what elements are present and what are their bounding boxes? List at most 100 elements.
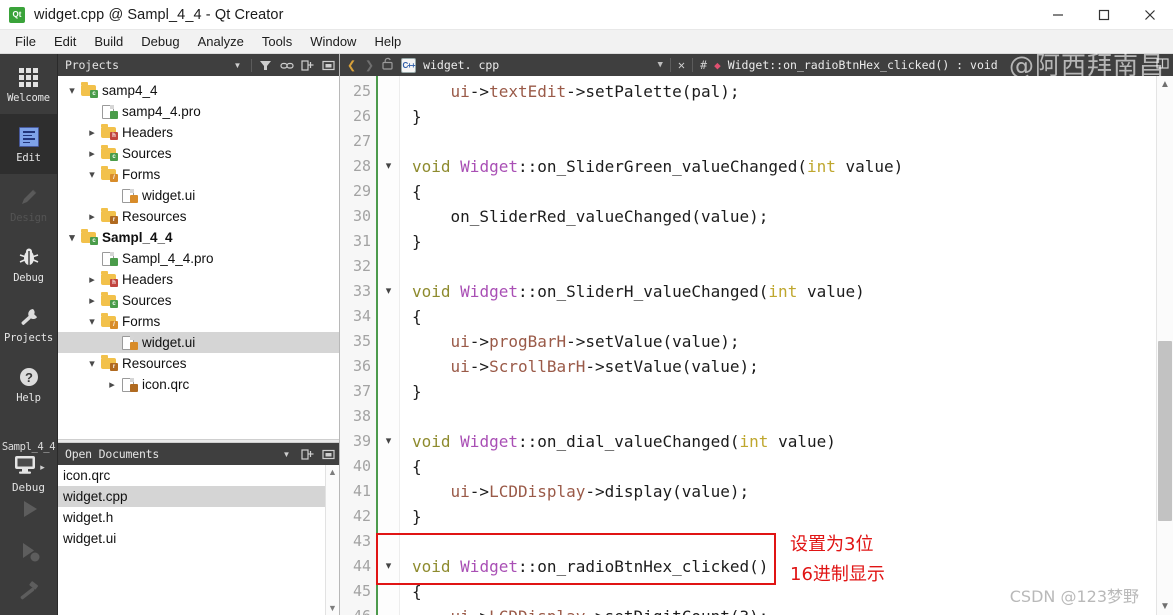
fold-marker-column[interactable]: ▾ ▾ ▾ ▾ (378, 76, 400, 615)
tree-item[interactable]: ▸ h Headers (58, 122, 339, 143)
chevron-down-icon[interactable]: ▼ (230, 58, 245, 73)
tree-item[interactable]: widget.ui (58, 332, 339, 353)
tree-item[interactable]: ▸ c Sources (58, 290, 339, 311)
chevron-down-icon[interactable]: ▼ (657, 60, 662, 70)
chevron-right-icon[interactable]: ▸ (104, 378, 120, 391)
chevron-right-icon[interactable]: ▸ (84, 147, 100, 160)
split-editor-icon[interactable] (1156, 57, 1169, 73)
code-line[interactable]: void Widget::on_SliderH_valueChanged(int… (412, 279, 1173, 304)
chevron-right-icon[interactable]: ▸ (84, 126, 100, 139)
menu-help[interactable]: Help (365, 31, 410, 53)
open-document-item[interactable]: widget.cpp (58, 486, 339, 507)
scrollbar-thumb[interactable] (1158, 341, 1172, 521)
fold-collapse-icon[interactable]: ▾ (378, 554, 399, 579)
tree-item[interactable]: ▸ h Headers (58, 269, 339, 290)
editor-file-name[interactable]: widget. cpp (423, 58, 499, 72)
tree-item[interactable]: ▾ c Sampl_4_4 (58, 227, 339, 248)
mode-debug[interactable]: Debug (0, 234, 57, 294)
open-document-item[interactable]: widget.h (58, 507, 339, 528)
run-icon[interactable] (16, 496, 42, 527)
tree-item[interactable]: ▸ icon.qrc (58, 374, 339, 395)
chevron-down-icon[interactable]: ▾ (64, 231, 80, 244)
project-tree[interactable]: ▾ c samp4_4 samp4_4.pro ▸ h Headers ▸ c Sources ▾ /… (58, 76, 339, 439)
mode-welcome[interactable]: Welcome (0, 54, 57, 114)
code-line[interactable]: ui->ScrollBarH->setValue(value); (412, 354, 1173, 379)
code-editor-area[interactable]: 25 26 27 28 29 30 31 32 33 34 35 36 37 38 39 40 41 42 43 44… (340, 76, 1173, 615)
mode-help[interactable]: ? Help (0, 354, 57, 414)
menu-analyze[interactable]: Analyze (189, 31, 253, 53)
line-column-icon[interactable]: # (700, 58, 707, 72)
filter-icon[interactable] (258, 58, 273, 73)
link-icon[interactable] (279, 58, 294, 73)
code-line[interactable]: ui->LCDDisplay->setDigitCount(3); (412, 604, 1173, 615)
nav-forward-icon[interactable]: ❯ (364, 57, 375, 73)
close-panel-icon[interactable] (321, 58, 336, 73)
tree-item[interactable]: ▾ c samp4_4 (58, 80, 339, 101)
code-line[interactable]: ui->progBarH->setValue(value); (412, 329, 1173, 354)
chevron-down-icon[interactable]: ▼ (279, 447, 294, 462)
open-documents-scrollbar[interactable]: ▲ ▼ (325, 465, 339, 615)
menu-file[interactable]: File (6, 31, 45, 53)
tree-item[interactable]: Sampl_4_4.pro (58, 248, 339, 269)
menu-debug[interactable]: Debug (132, 31, 188, 53)
split-icon[interactable] (300, 447, 315, 462)
code-line[interactable] (412, 404, 1173, 429)
fold-collapse-icon[interactable]: ▾ (378, 429, 399, 454)
scroll-up-icon[interactable]: ▲ (1160, 79, 1170, 90)
tree-item[interactable]: widget.ui (58, 185, 339, 206)
code-text[interactable]: ui->textEdit->setPalette(pal);} void Wid… (400, 76, 1173, 615)
unlocked-icon[interactable] (382, 57, 394, 73)
fold-collapse-icon[interactable]: ▾ (378, 154, 399, 179)
tree-item[interactable]: ▾ / Forms (58, 164, 339, 185)
chevron-right-icon[interactable]: ▸ (84, 273, 100, 286)
menu-window[interactable]: Window (301, 31, 365, 53)
build-hammer-icon[interactable] (16, 580, 42, 611)
code-line[interactable]: on_SliderRed_valueChanged(value); (412, 204, 1173, 229)
code-line[interactable]: } (412, 504, 1173, 529)
scroll-down-icon[interactable]: ▼ (328, 603, 337, 613)
chevron-down-icon[interactable]: ▾ (64, 84, 80, 97)
chevron-down-icon[interactable]: ▾ (84, 168, 100, 181)
close-document-icon[interactable]: ✕ (678, 58, 685, 72)
code-line[interactable]: { (412, 454, 1173, 479)
mode-edit[interactable]: Edit (0, 114, 57, 174)
fold-collapse-icon[interactable]: ▾ (378, 279, 399, 304)
scroll-down-icon[interactable]: ▼ (1160, 601, 1170, 612)
code-line[interactable] (412, 129, 1173, 154)
code-line[interactable]: void Widget::on_dial_valueChanged(int va… (412, 429, 1173, 454)
split-icon[interactable] (300, 58, 315, 73)
chevron-right-icon[interactable]: ▸ (84, 210, 100, 223)
tree-item[interactable]: ▸ r Resources (58, 206, 339, 227)
chevron-right-icon[interactable]: ▸ (84, 294, 100, 307)
code-line[interactable]: } (412, 379, 1173, 404)
code-line[interactable]: } (412, 104, 1173, 129)
code-line[interactable]: void Widget::on_SliderGreen_valueChanged… (412, 154, 1173, 179)
tree-item[interactable]: samp4_4.pro (58, 101, 339, 122)
chevron-down-icon[interactable]: ▾ (84, 357, 100, 370)
code-line[interactable]: } (412, 229, 1173, 254)
close-icon[interactable] (1127, 0, 1173, 30)
mode-projects[interactable]: Projects (0, 294, 57, 354)
nav-back-icon[interactable]: ❮ (346, 57, 357, 73)
maximize-icon[interactable] (1081, 0, 1127, 30)
tree-item[interactable]: ▾ r Resources (58, 353, 339, 374)
code-line[interactable]: { (412, 304, 1173, 329)
menu-edit[interactable]: Edit (45, 31, 85, 53)
open-document-item[interactable]: widget.ui (58, 528, 339, 549)
tree-item[interactable]: ▸ c Sources (58, 143, 339, 164)
minimize-icon[interactable] (1035, 0, 1081, 30)
symbol-selector[interactable]: Widget::on_radioBtnHex_clicked() : void (728, 58, 998, 72)
menu-build[interactable]: Build (85, 31, 132, 53)
open-document-item[interactable]: icon.qrc (58, 465, 339, 486)
code-line[interactable]: ui->textEdit->setPalette(pal); (412, 79, 1173, 104)
kit-selector[interactable]: Sampl_4_4 ▸ Debug (0, 437, 57, 496)
scroll-up-icon[interactable]: ▲ (328, 467, 337, 477)
code-line[interactable] (412, 254, 1173, 279)
debug-run-icon[interactable] (16, 538, 42, 569)
close-panel-icon[interactable] (321, 447, 336, 462)
code-line[interactable]: ui->LCDDisplay->display(value); (412, 479, 1173, 504)
open-documents-list[interactable]: icon.qrc widget.cpp widget.h widget.ui ▲ ▼ (58, 465, 339, 615)
chevron-down-icon[interactable]: ▾ (84, 315, 100, 328)
menu-tools[interactable]: Tools (253, 31, 301, 53)
tree-item[interactable]: ▾ / Forms (58, 311, 339, 332)
